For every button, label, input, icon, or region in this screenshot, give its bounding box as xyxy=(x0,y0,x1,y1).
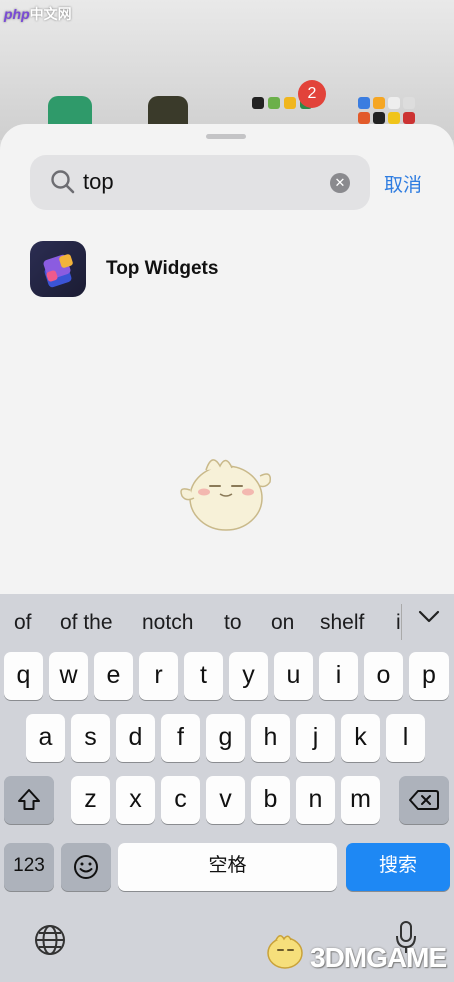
key-j[interactable]: j xyxy=(296,714,335,762)
shift-key[interactable] xyxy=(4,776,54,824)
key-g[interactable]: g xyxy=(206,714,245,762)
key-k[interactable]: k xyxy=(341,714,380,762)
key-h[interactable]: h xyxy=(251,714,290,762)
key-c[interactable]: c xyxy=(161,776,200,824)
numbers-key[interactable]: 123 xyxy=(4,843,54,891)
search-icon xyxy=(51,170,75,194)
top-widgets-app-icon xyxy=(30,241,86,297)
suggestion-item[interactable]: notch xyxy=(142,611,193,635)
key-r[interactable]: r xyxy=(139,652,178,700)
site-watermark: php中文网 xyxy=(4,6,72,22)
key-b[interactable]: b xyxy=(251,776,290,824)
key-u[interactable]: u xyxy=(274,652,313,700)
result-app-name: Top Widgets xyxy=(106,258,219,279)
key-y[interactable]: y xyxy=(229,652,268,700)
search-input[interactable] xyxy=(83,165,343,199)
key-p[interactable]: p xyxy=(409,652,449,700)
key-n[interactable]: n xyxy=(296,776,335,824)
key-t[interactable]: t xyxy=(184,652,223,700)
search-field[interactable]: ✕ xyxy=(30,155,370,210)
key-l[interactable]: l xyxy=(386,714,425,762)
key-f[interactable]: f xyxy=(161,714,200,762)
sheet-grabber[interactable] xyxy=(206,134,246,139)
home-screen-background: php中文网 2 xyxy=(0,0,454,140)
key-z[interactable]: z xyxy=(71,776,110,824)
suggestion-item[interactable]: of xyxy=(14,611,32,635)
search-result-item[interactable]: Top Widgets xyxy=(30,241,430,297)
suggestion-item[interactable]: of the xyxy=(60,611,113,635)
cancel-button[interactable]: 取消 xyxy=(384,170,422,197)
key-i[interactable]: i xyxy=(319,652,358,700)
backspace-icon xyxy=(409,790,439,810)
key-v[interactable]: v xyxy=(206,776,245,824)
search-sheet: ✕ 取消 Top Widgets xyxy=(0,124,454,594)
clear-icon[interactable]: ✕ xyxy=(330,173,350,193)
key-o[interactable]: o xyxy=(364,652,403,700)
suggestion-bar: of of the notch to on shelf i xyxy=(0,594,454,650)
key-w[interactable]: w xyxy=(49,652,88,700)
key-m[interactable]: m xyxy=(341,776,380,824)
key-d[interactable]: d xyxy=(116,714,155,762)
chevron-down-icon[interactable] xyxy=(418,610,440,624)
key-a[interactable]: a xyxy=(26,714,65,762)
notification-badge: 2 xyxy=(298,80,326,108)
home-folder xyxy=(358,97,415,124)
key-x[interactable]: x xyxy=(116,776,155,824)
suggestion-divider xyxy=(401,604,402,640)
search-key[interactable]: 搜索 xyxy=(346,843,450,891)
key-s[interactable]: s xyxy=(71,714,110,762)
suggestion-item[interactable]: shelf xyxy=(320,611,364,635)
watermark-logo: 3DMGAME xyxy=(310,942,447,973)
emoji-key[interactable] xyxy=(61,843,111,891)
delete-key[interactable] xyxy=(399,776,449,824)
globe-icon[interactable] xyxy=(34,924,66,956)
watermark-mascot xyxy=(267,935,303,969)
suggestion-item[interactable]: to xyxy=(224,611,242,635)
keyboard: of of the notch to on shelf i q w e r t … xyxy=(0,594,454,982)
key-e[interactable]: e xyxy=(94,652,133,700)
space-key[interactable]: 空格 xyxy=(118,843,337,891)
emoji-icon xyxy=(74,855,98,879)
shift-icon xyxy=(18,789,40,810)
suggestion-item[interactable]: on xyxy=(271,611,294,635)
empty-state-mascot xyxy=(180,459,272,531)
key-q[interactable]: q xyxy=(4,652,43,700)
microphone-icon[interactable] xyxy=(394,920,418,956)
